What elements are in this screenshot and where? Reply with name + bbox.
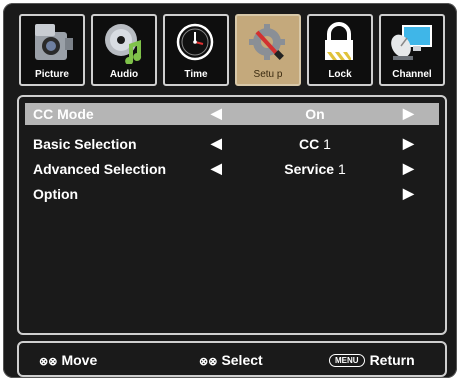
hint-select: ⊗⊗ Select: [199, 352, 263, 368]
row-label: Advanced Selection: [33, 161, 167, 177]
right-arrow-icon[interactable]: ▶: [403, 185, 414, 202]
tab-label: Audio: [109, 69, 139, 80]
tab-channel[interactable]: Channel: [379, 14, 445, 86]
row-value: On: [305, 106, 325, 122]
hint-bar: ⊗⊗ Move ⊗⊗ Select MENU Return: [17, 341, 447, 377]
left-arrow-icon[interactable]: ◀: [211, 160, 222, 177]
music-disc-icon: [105, 24, 142, 64]
hint-return: MENU Return: [329, 352, 415, 368]
up-down-arrows-icon: ⊗⊗: [39, 356, 58, 368]
menu-row-cc-mode[interactable]: CC Mode ◀ On ▶: [25, 103, 439, 125]
right-arrow-icon[interactable]: ▶: [403, 135, 414, 152]
row-label: Basic Selection: [33, 136, 137, 152]
tab-setup[interactable]: Setu p: [235, 14, 301, 86]
hint-move: ⊗⊗ Move: [39, 352, 98, 368]
satellite-dish-icon: [391, 25, 432, 60]
left-right-arrows-icon: ⊗⊗: [199, 356, 218, 368]
padlock-icon: [325, 22, 353, 60]
tab-lock[interactable]: Lock: [307, 14, 373, 86]
menu-row-basic-selection[interactable]: Basic Selection ◀ CC 1 ▶: [25, 133, 439, 155]
tab-audio[interactable]: Audio: [91, 14, 157, 86]
row-label: CC Mode: [33, 106, 94, 122]
right-arrow-icon[interactable]: ▶: [403, 105, 414, 122]
menu-key-icon: MENU: [329, 354, 365, 367]
tab-time[interactable]: Time: [163, 14, 229, 86]
tab-label: Setu p: [253, 69, 283, 80]
row-value: CC 1: [299, 136, 331, 152]
row-label: Option: [33, 186, 79, 202]
menu-panel: CC Mode ◀ On ▶ Basic Selection ◀ CC 1 ▶ …: [17, 95, 447, 335]
tab-label: Picture: [35, 69, 69, 80]
left-arrow-icon[interactable]: ◀: [211, 135, 222, 152]
menu-row-option[interactable]: Option ▶: [25, 183, 439, 205]
setup-gear-icon: [249, 24, 285, 60]
tab-picture[interactable]: Picture: [19, 14, 85, 86]
right-arrow-icon[interactable]: ▶: [403, 160, 414, 177]
tab-label: Channel: [392, 69, 432, 80]
row-value: Service 1: [284, 161, 346, 177]
tab-label: Lock: [328, 69, 352, 80]
clock-icon: [176, 23, 214, 61]
tab-bar: Picture Audio Time Setu p Lock Channel: [19, 14, 445, 90]
tab-label: Time: [184, 69, 208, 80]
camera-icon: [35, 24, 73, 60]
menu-row-advanced-selection[interactable]: Advanced Selection ◀ Service 1 ▶: [25, 158, 439, 180]
left-arrow-icon[interactable]: ◀: [211, 105, 222, 122]
